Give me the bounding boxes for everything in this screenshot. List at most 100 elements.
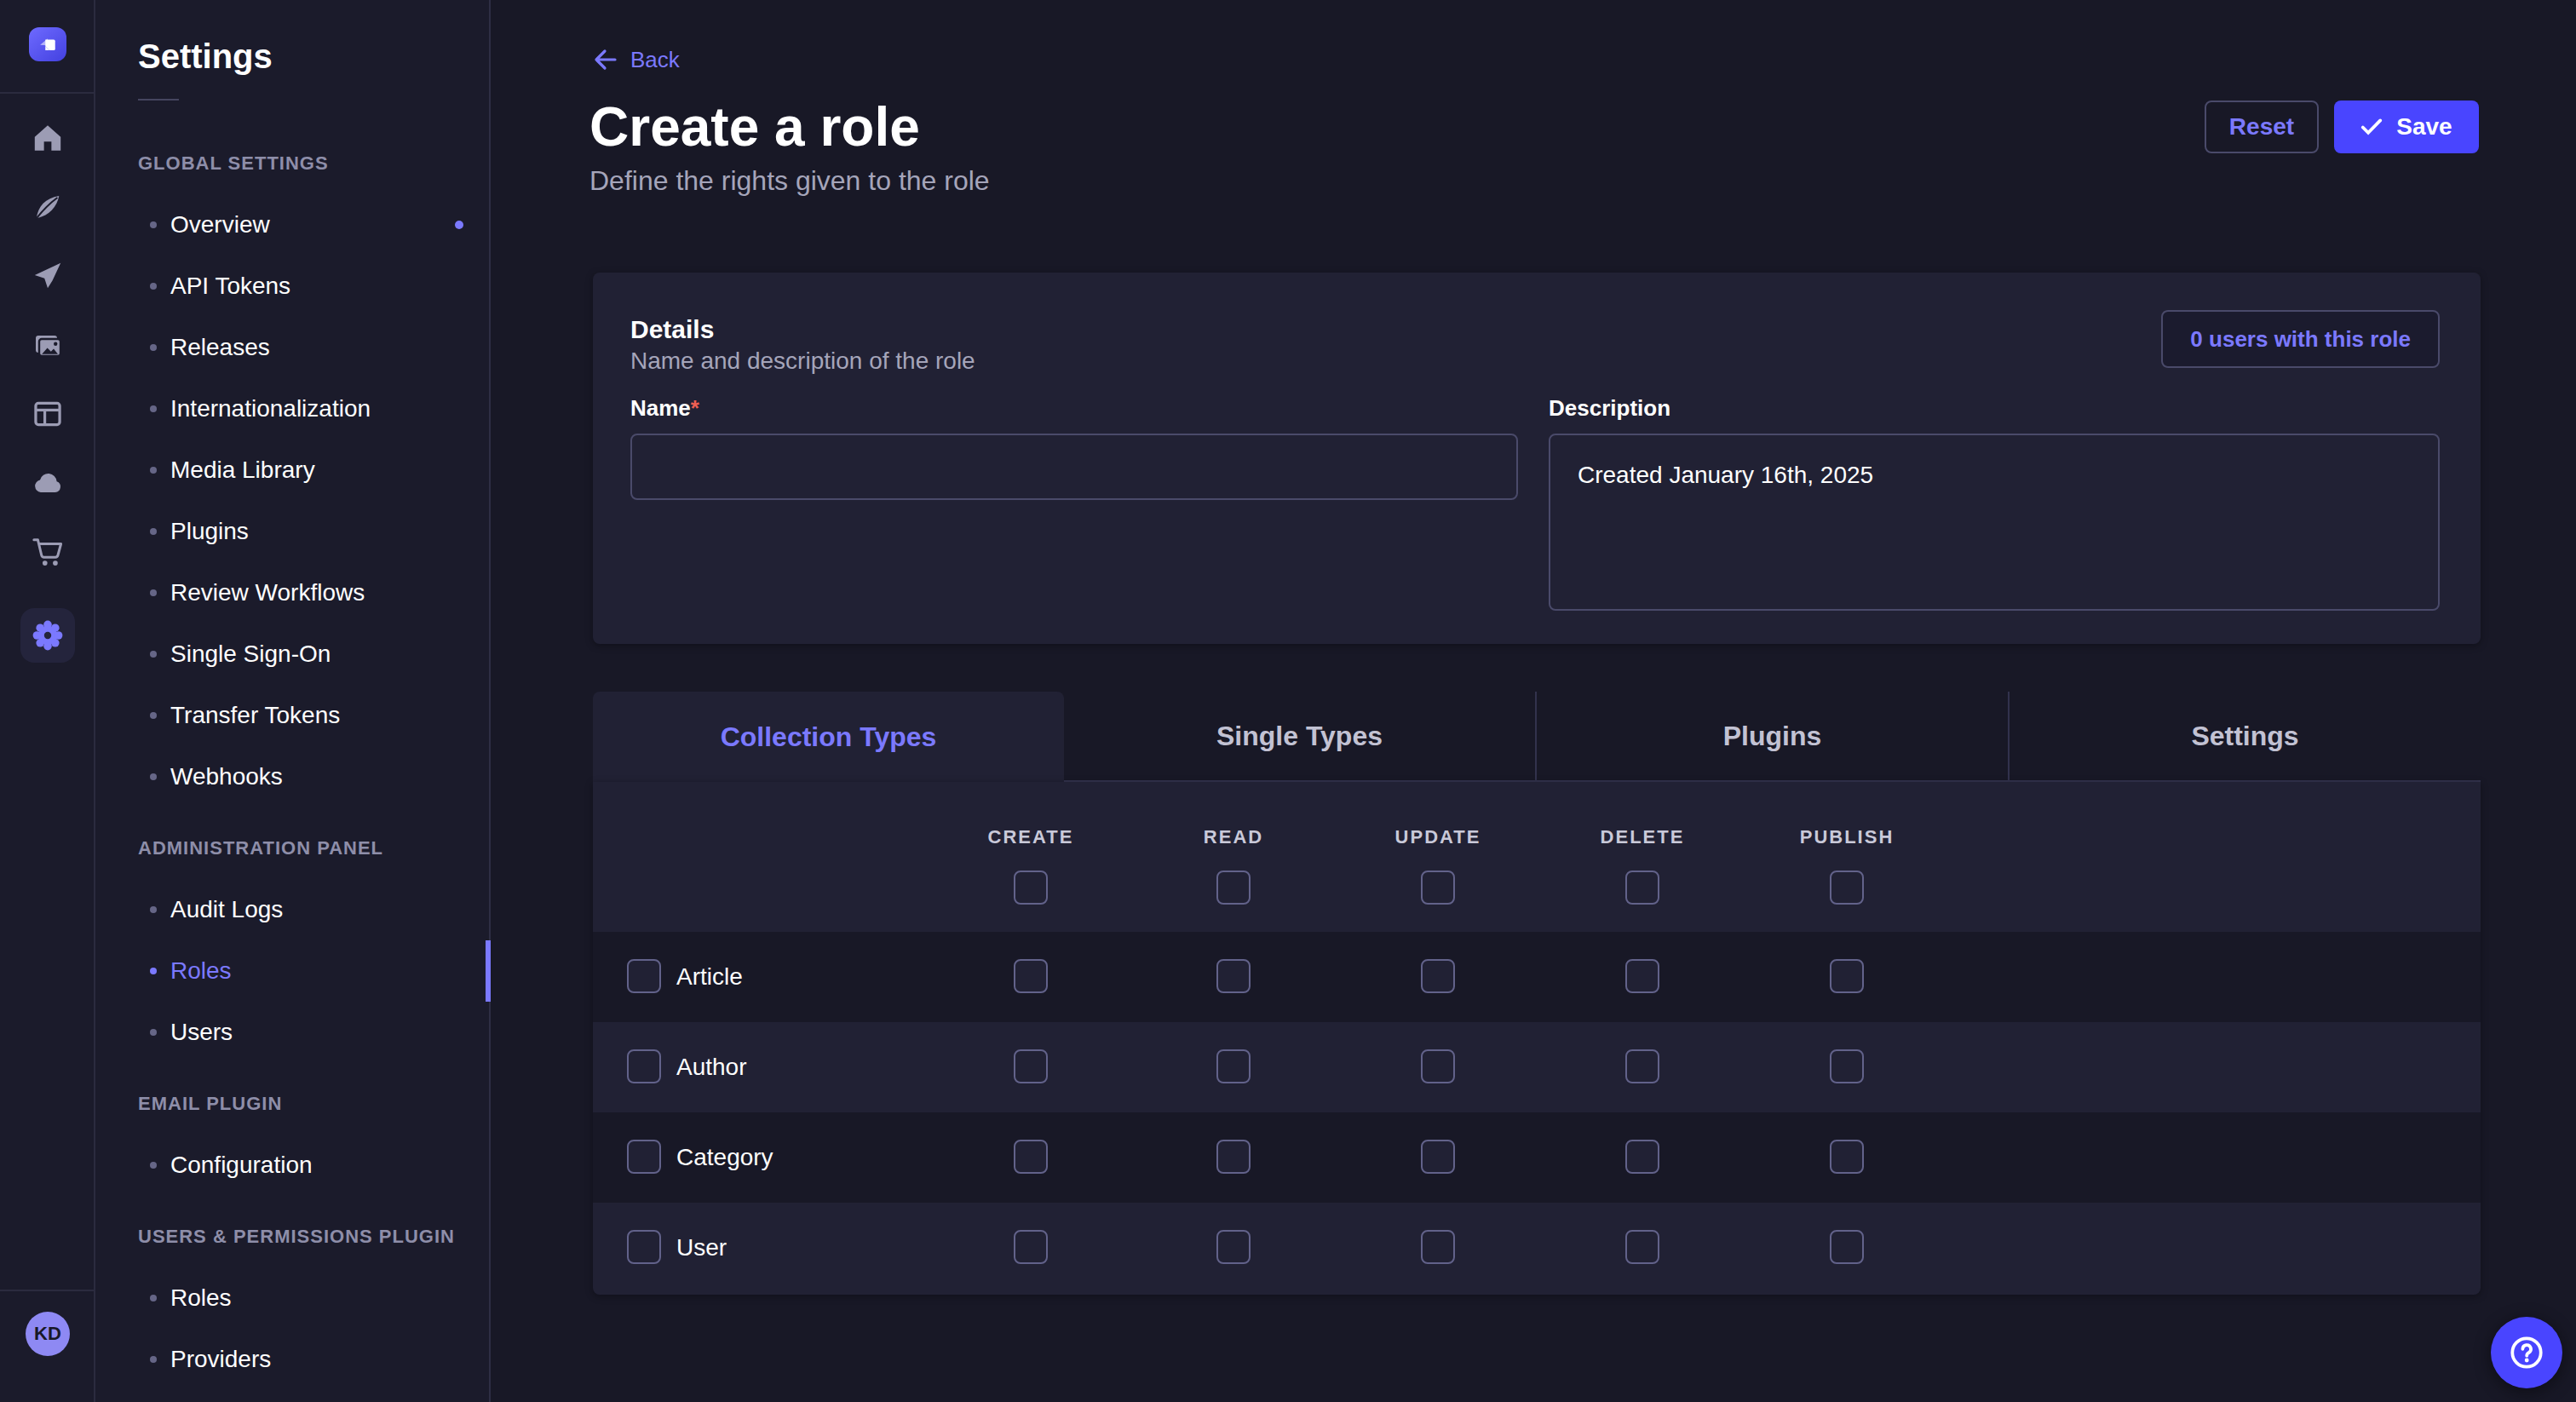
- select-all-column-checkbox[interactable]: [1216, 871, 1251, 905]
- permission-checkbox[interactable]: [1830, 959, 1864, 993]
- content-icon[interactable]: [32, 191, 64, 223]
- permission-checkbox[interactable]: [1830, 1230, 1864, 1264]
- nav-item-label: Internationalization: [170, 395, 371, 422]
- tab-collection-types[interactable]: Collection Types: [593, 692, 1064, 782]
- select-all-column-checkbox[interactable]: [1625, 871, 1659, 905]
- nav-item-label: Transfer Tokens: [170, 702, 340, 729]
- reset-button[interactable]: Reset: [2205, 101, 2319, 153]
- select-all-column-checkbox[interactable]: [1014, 871, 1048, 905]
- subnav-title: Settings: [138, 37, 273, 76]
- permission-checkbox[interactable]: [1421, 1230, 1455, 1264]
- sidebar-item-users[interactable]: Users: [95, 1002, 491, 1063]
- permission-checkbox[interactable]: [1421, 1049, 1455, 1083]
- nav-item-label: Review Workflows: [170, 579, 365, 606]
- bullet-icon: [150, 283, 157, 290]
- sidebar-item-review-workflows[interactable]: Review Workflows: [95, 562, 491, 623]
- permission-checkbox[interactable]: [1625, 1230, 1659, 1264]
- bullet-icon: [150, 589, 157, 596]
- media-library-icon[interactable]: [31, 328, 65, 362]
- permission-checkbox[interactable]: [1014, 1049, 1048, 1083]
- bullet-icon: [150, 1162, 157, 1169]
- name-input[interactable]: [630, 434, 1518, 500]
- settings-nav: GLOBAL SETTINGS Overview API Tokens: [95, 133, 491, 1390]
- permission-column: Delete: [1574, 826, 1711, 905]
- bullet-icon: [150, 467, 157, 474]
- header-actions: Reset Save: [2205, 101, 2479, 153]
- nav-item-label: Webhooks: [170, 763, 283, 790]
- help-button[interactable]: [2491, 1317, 2562, 1388]
- settings-gear-icon[interactable]: [31, 618, 65, 652]
- check-icon: [2360, 118, 2383, 136]
- column-label: Delete: [1601, 826, 1685, 848]
- content-type-builder-icon[interactable]: [32, 398, 64, 430]
- bullet-icon: [150, 1029, 157, 1036]
- marketplace-cart-icon[interactable]: [32, 536, 64, 568]
- description-field: Description Created January 16th, 2025: [1549, 395, 2440, 618]
- description-textarea[interactable]: Created January 16th, 2025: [1549, 434, 2440, 611]
- nav-item-label: Overview: [170, 211, 270, 238]
- name-label: Name: [630, 395, 691, 421]
- sidebar-item-audit-logs[interactable]: Audit Logs: [95, 879, 491, 940]
- sidebar-item-internationalization[interactable]: Internationalization: [95, 378, 491, 440]
- nav-item-label: Plugins: [170, 518, 249, 545]
- nav-item-label: API Tokens: [170, 273, 290, 300]
- permission-checkbox[interactable]: [1014, 1230, 1048, 1264]
- home-icon[interactable]: [32, 122, 64, 154]
- notification-dot-icon: [455, 221, 463, 229]
- permission-checkbox[interactable]: [1014, 959, 1048, 993]
- nav-item-label: Roles: [170, 957, 232, 985]
- strapi-logo-icon[interactable]: [29, 27, 66, 61]
- tab-settings[interactable]: Settings: [2008, 692, 2481, 782]
- sidebar-item-releases[interactable]: Releases: [95, 317, 491, 378]
- sidebar-item-api-tokens[interactable]: API Tokens: [95, 256, 491, 317]
- permission-column: Publish: [1779, 826, 1915, 905]
- sidebar-item-up-roles[interactable]: Roles: [95, 1267, 491, 1329]
- permission-checkbox[interactable]: [1421, 959, 1455, 993]
- bullet-icon: [150, 1356, 157, 1363]
- sidebar-item-webhooks[interactable]: Webhooks: [95, 746, 491, 807]
- save-button[interactable]: Save: [2334, 101, 2479, 153]
- permission-checkbox[interactable]: [1625, 1140, 1659, 1174]
- send-icon[interactable]: [32, 260, 64, 292]
- nav-item-label: Media Library: [170, 457, 315, 484]
- permission-checkbox[interactable]: [1830, 1140, 1864, 1174]
- sidebar-item-transfer-tokens[interactable]: Transfer Tokens: [95, 685, 491, 746]
- nav-section-label: GLOBAL SETTINGS: [95, 133, 491, 194]
- tab-single-types[interactable]: Single Types: [1064, 692, 1535, 782]
- permission-checkbox[interactable]: [1421, 1140, 1455, 1174]
- sidebar-item-roles[interactable]: Roles: [95, 940, 491, 1002]
- sidebar-item-configuration[interactable]: Configuration: [95, 1135, 491, 1196]
- nav-section: USERS & PERMISSIONS PLUGIN Roles Provide…: [95, 1206, 491, 1390]
- permission-checkbox[interactable]: [1216, 959, 1251, 993]
- bullet-icon: [150, 651, 157, 658]
- permission-checkbox[interactable]: [1625, 1049, 1659, 1083]
- permission-checkbox[interactable]: [1216, 1049, 1251, 1083]
- sidebar-item-providers[interactable]: Providers: [95, 1329, 491, 1390]
- users-with-role-button[interactable]: 0 users with this role: [2161, 310, 2440, 368]
- sidebar-item-plugins[interactable]: Plugins: [95, 501, 491, 562]
- permission-checkbox[interactable]: [1216, 1140, 1251, 1174]
- nav-item-label: Audit Logs: [170, 896, 283, 923]
- question-mark-icon: [2508, 1334, 2545, 1371]
- nav-section-label: EMAIL PLUGIN: [95, 1073, 491, 1135]
- tab-plugins[interactable]: Plugins: [1535, 692, 2008, 782]
- nav-item-label: Single Sign-On: [170, 641, 331, 668]
- permission-checkbox[interactable]: [1830, 1049, 1864, 1083]
- bullet-icon: [150, 712, 157, 719]
- column-label: Read: [1204, 826, 1263, 848]
- select-all-column-checkbox[interactable]: [1830, 871, 1864, 905]
- permission-checkbox[interactable]: [1216, 1230, 1251, 1264]
- content-type-row: Author: [593, 1022, 2481, 1112]
- select-all-column-checkbox[interactable]: [1421, 871, 1455, 905]
- name-field: Name*: [630, 395, 1518, 500]
- sidebar-item-media-library[interactable]: Media Library: [95, 440, 491, 501]
- back-link[interactable]: Back: [589, 46, 680, 73]
- permissions-tabs: Collection TypesSingle TypesPluginsSetti…: [593, 692, 2481, 782]
- permission-checkbox[interactable]: [1014, 1140, 1048, 1174]
- sidebar-item-single-sign-on[interactable]: Single Sign-On: [95, 623, 491, 685]
- cloud-icon[interactable]: [31, 466, 65, 500]
- avatar[interactable]: KD: [26, 1312, 70, 1356]
- details-title: Details: [630, 315, 714, 344]
- permission-checkbox[interactable]: [1625, 959, 1659, 993]
- sidebar-item-overview[interactable]: Overview: [95, 194, 491, 256]
